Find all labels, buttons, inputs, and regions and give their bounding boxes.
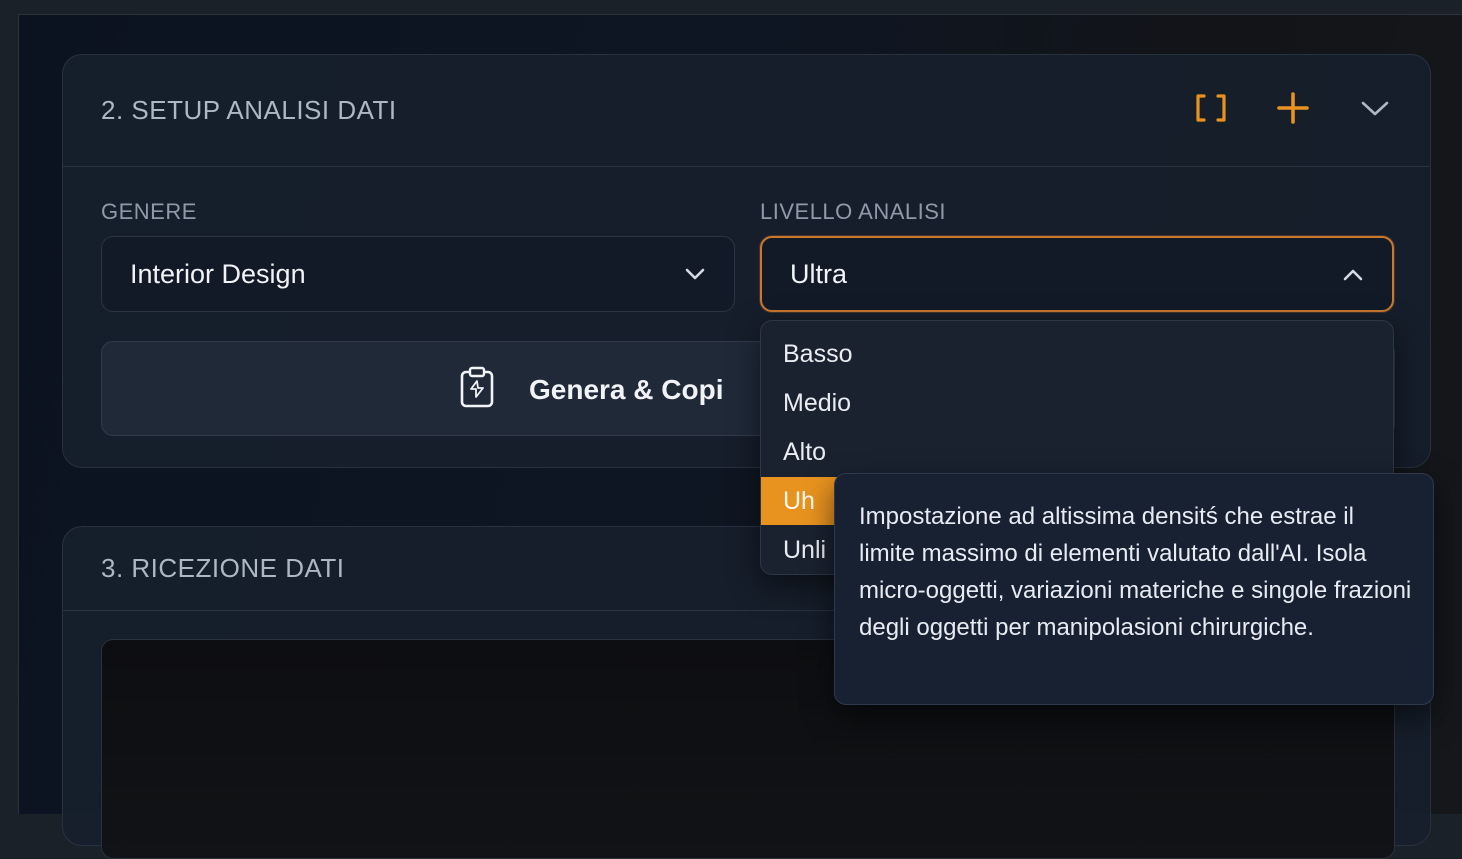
setup-title: 2. SETUP ANALISI DATI	[101, 95, 397, 125]
chevron-up-icon	[1340, 262, 1366, 295]
dropdown-option-medio[interactable]: Medio	[761, 379, 1393, 427]
livello-label: LIVELLO ANALISI	[760, 199, 947, 224]
option-label: Uh	[783, 486, 815, 515]
generate-button-label: Genera & Copi	[529, 373, 724, 405]
tooltip-text: Impostazione ad altissima densitś che es…	[859, 503, 1412, 641]
livello-value: Ultra	[790, 258, 848, 289]
generate-button-content: Genera & Copi	[459, 366, 723, 413]
genere-label: GENERE	[101, 199, 197, 224]
dropdown-option-basso[interactable]: Basso	[761, 330, 1393, 378]
brackets-icon[interactable]	[1194, 91, 1228, 125]
genere-select[interactable]: Interior Design	[101, 236, 735, 312]
chevron-down-icon[interactable]	[1358, 91, 1392, 125]
option-label: Alto	[783, 437, 827, 466]
livello-select[interactable]: Ultra	[760, 236, 1394, 312]
clipboard-icon	[459, 366, 495, 413]
option-label: Medio	[783, 388, 852, 417]
option-label: Unli	[783, 535, 827, 564]
option-label: Basso	[783, 339, 853, 368]
receive-title: 3. RICEZIONE DATI	[101, 553, 345, 583]
dropdown-option-alto[interactable]: Alto	[761, 428, 1393, 476]
genere-value: Interior Design	[130, 258, 306, 289]
plus-icon[interactable]	[1276, 91, 1310, 125]
option-tooltip: Impostazione ad altissima densitś che es…	[834, 473, 1434, 705]
setup-header-actions	[1194, 91, 1392, 125]
app-frame: 2. SETUP ANALISI DATI GENERE Interior De…	[18, 14, 1462, 859]
chevron-down-icon	[682, 261, 708, 294]
